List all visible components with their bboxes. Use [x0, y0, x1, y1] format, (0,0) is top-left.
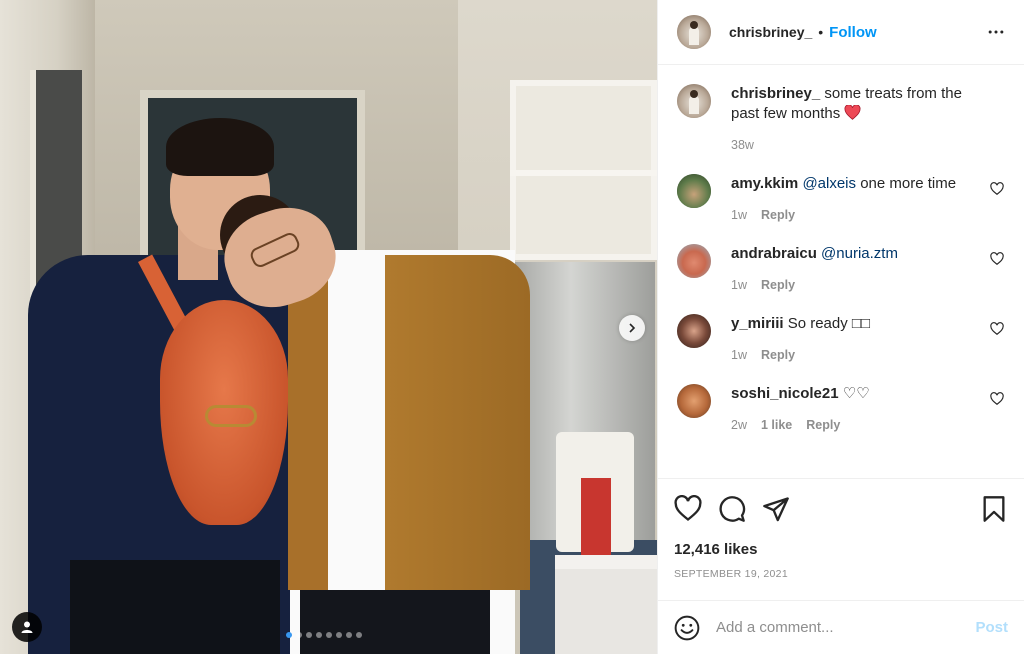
like-comment-heart-icon[interactable]: [990, 252, 1004, 266]
comment-username[interactable]: andrabraicu: [731, 245, 817, 262]
share-icon[interactable]: [762, 495, 790, 523]
comments-list[interactable]: chrisbriney_ some treats from the past f…: [658, 66, 1024, 478]
add-comment-bar: Post: [658, 600, 1024, 654]
carousel-dot: [336, 632, 342, 638]
comment-text: So ready □□: [787, 315, 871, 332]
caption-avatar[interactable]: [677, 84, 711, 118]
comment-time[interactable]: 1w: [731, 278, 747, 292]
post-actions: 12,416 likes SEPTEMBER 19, 2021: [658, 478, 1024, 600]
comment-text: one more time: [860, 175, 957, 192]
comment: amy.kkim @alxeis one more time 1w Reply: [677, 174, 1008, 222]
comment: andrabraicu @nuria.ztm 1w Reply: [677, 244, 1008, 292]
reply-button[interactable]: Reply: [806, 418, 840, 432]
author-username[interactable]: chrisbriney_: [729, 24, 812, 40]
comment: soshi_nicole21 ♡♡ 2w 1 like Reply: [677, 384, 1008, 432]
reply-button[interactable]: Reply: [761, 278, 795, 292]
photo-person-right-cardigan-left: [288, 270, 328, 590]
commenter-avatar[interactable]: [677, 174, 711, 208]
comment: y_miriii So ready □□ 1w Reply: [677, 314, 1008, 362]
author-avatar[interactable]: [677, 15, 711, 49]
comment-mention[interactable]: @alxeis: [802, 175, 856, 192]
user-icon: [21, 621, 33, 633]
like-comment-heart-icon[interactable]: [990, 392, 1004, 406]
comment-icon[interactable]: [718, 495, 746, 523]
carousel-dot: [316, 632, 322, 638]
reply-button[interactable]: Reply: [761, 348, 795, 362]
comment-input[interactable]: [716, 619, 976, 636]
chevron-right-icon: [629, 323, 636, 333]
photo-shelf-line: [510, 170, 657, 176]
photo-person-right-cardigan: [385, 255, 530, 590]
carousel-next-button[interactable]: [619, 315, 645, 341]
caption: chrisbriney_ some treats from the past f…: [677, 84, 1008, 152]
photo-person-left-hair: [166, 118, 274, 176]
comment-time[interactable]: 2w: [731, 418, 747, 432]
carousel-dot: [326, 632, 332, 638]
comment-time[interactable]: 1w: [731, 208, 747, 222]
bookmark-icon[interactable]: [980, 495, 1008, 523]
red-heart-icon: [844, 105, 861, 120]
commenter-avatar[interactable]: [677, 314, 711, 348]
photo-chair: [555, 555, 657, 654]
tagged-users-button[interactable]: [12, 612, 42, 642]
follow-button[interactable]: Follow: [829, 24, 877, 41]
like-comment-heart-icon[interactable]: [990, 182, 1004, 196]
post-side-panel: chrisbriney_ • Follow chrisbriney_ some …: [657, 0, 1024, 654]
carousel-dots: [286, 632, 362, 638]
reply-button[interactable]: Reply: [761, 208, 795, 222]
likes-count[interactable]: 12,416 likes: [674, 541, 1008, 558]
comment-text: ♡♡: [842, 385, 870, 402]
photo-person-left-pants: [70, 560, 280, 654]
photo-person-right-pants: [300, 590, 490, 654]
like-heart-icon[interactable]: [674, 495, 702, 523]
caption-username[interactable]: chrisbriney_: [731, 85, 820, 102]
photo-bag-buckle: [205, 405, 257, 427]
carousel-dot: [356, 632, 362, 638]
caption-time[interactable]: 38w: [731, 138, 754, 152]
comment-likes[interactable]: 1 like: [761, 418, 792, 432]
commenter-avatar[interactable]: [677, 384, 711, 418]
commenter-avatar[interactable]: [677, 244, 711, 278]
header-separator: •: [818, 24, 824, 40]
post-date[interactable]: SEPTEMBER 19, 2021: [674, 568, 1008, 580]
post-comment-button[interactable]: Post: [975, 619, 1008, 636]
emoji-icon[interactable]: [674, 615, 700, 641]
post-photo[interactable]: [0, 0, 657, 654]
comment-username[interactable]: y_miriii: [731, 315, 784, 332]
carousel-dot: [296, 632, 302, 638]
carousel-dot: [346, 632, 352, 638]
photo-carton: [581, 478, 611, 556]
more-options-button[interactable]: [984, 20, 1008, 44]
carousel-dot: [286, 632, 292, 638]
more-horizontal-icon: [988, 30, 1004, 34]
comment-mention[interactable]: @nuria.ztm: [821, 245, 898, 262]
carousel-dot: [306, 632, 312, 638]
comment-username[interactable]: soshi_nicole21: [731, 385, 839, 402]
comment-username[interactable]: amy.kkim: [731, 175, 798, 192]
comment-time[interactable]: 1w: [731, 348, 747, 362]
post-header: chrisbriney_ • Follow: [658, 0, 1024, 65]
like-comment-heart-icon[interactable]: [990, 322, 1004, 336]
caption-text: chrisbriney_ some treats from the past f…: [731, 84, 984, 124]
